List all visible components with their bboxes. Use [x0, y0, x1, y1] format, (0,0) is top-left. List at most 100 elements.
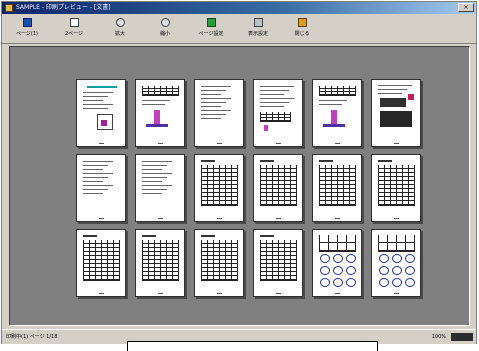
- page-setup-icon: [207, 18, 216, 27]
- circle-mark: [379, 266, 389, 275]
- status-indicator: [451, 333, 473, 341]
- page-number: [136, 143, 184, 144]
- zoom-level: 100%: [431, 334, 446, 340]
- text-line: [142, 177, 167, 178]
- page-number: [195, 143, 243, 144]
- text-line: [83, 100, 103, 101]
- toolbar-button-page[interactable]: ページ(1): [6, 17, 48, 41]
- circle-mark: [405, 266, 415, 275]
- page-number: [254, 293, 302, 294]
- toolbar-button-label: 縮小: [159, 31, 170, 37]
- text-line: [83, 181, 103, 182]
- circle-mark: [346, 266, 356, 275]
- text-line: [83, 161, 113, 162]
- circle-mark: [320, 278, 330, 287]
- page-thumbnail[interactable]: [371, 154, 421, 222]
- page-thumbnail[interactable]: [312, 79, 362, 147]
- display-settings-icon: [254, 18, 263, 27]
- toolbar-button-label: ページ設定: [198, 31, 224, 37]
- toolbar-button-display-settings[interactable]: 表示設定: [237, 17, 279, 41]
- toolbar-button-label: 2ページ: [64, 31, 84, 37]
- toolbar: ページ(1) 2ページ 拡大 縮小 ページ設定 表示設定 閉じる: [2, 15, 476, 44]
- heading: [260, 160, 274, 162]
- page-number: [372, 143, 420, 144]
- text-line: [319, 104, 342, 105]
- toolbar-button-zoom-out[interactable]: 縮小: [145, 17, 185, 41]
- toolbar-button-label: 閉じる: [294, 31, 310, 37]
- page-number: [372, 293, 420, 294]
- page-number: [77, 143, 125, 144]
- toolbar-button-label: 表示設定: [247, 31, 268, 37]
- text-line: [201, 90, 226, 91]
- page-thumbnail[interactable]: [194, 229, 244, 297]
- text-line: [83, 193, 103, 194]
- text-line: [260, 98, 294, 99]
- page-number: [195, 218, 243, 219]
- page-thumbnail[interactable]: [135, 229, 185, 297]
- table-grid: [142, 240, 179, 281]
- toolbar-button-zoom-in[interactable]: 拡大: [100, 17, 140, 41]
- circle-mark: [405, 254, 415, 263]
- page-thumbnail[interactable]: [135, 154, 185, 222]
- text-line: [83, 173, 113, 174]
- table-grid: [319, 165, 356, 206]
- heading: [201, 235, 215, 237]
- circle-mark: [379, 254, 389, 263]
- text-line: [142, 161, 172, 162]
- zoom-out-icon: [161, 18, 170, 27]
- page-number: [77, 218, 125, 219]
- window-title: SAMPLE - 印刷プレビュー - [文書]: [16, 4, 111, 11]
- page-thumbnail[interactable]: [253, 79, 303, 147]
- heading: [201, 160, 215, 162]
- table-grid: [378, 165, 415, 206]
- title-bar[interactable]: SAMPLE - 印刷プレビュー - [文書] ×: [2, 2, 476, 14]
- toolbar-button-close[interactable]: 閉じる: [284, 17, 320, 41]
- page-thumbnail[interactable]: [253, 229, 303, 297]
- circle-mark: [392, 254, 402, 263]
- preview-area[interactable]: [9, 46, 470, 326]
- text-line: [83, 185, 113, 186]
- text-line: [201, 106, 221, 107]
- page-number: [313, 143, 361, 144]
- page-icon: [23, 18, 32, 27]
- figure: [154, 110, 160, 124]
- text-line: [142, 169, 162, 170]
- circle-mark: [320, 266, 330, 275]
- text-line: [83, 108, 108, 109]
- text-line: [201, 118, 221, 119]
- page-thumbnail[interactable]: [371, 79, 421, 147]
- diagram-mark: [101, 120, 107, 126]
- page-thumbnail[interactable]: [371, 229, 421, 297]
- toolbar-button-two-page[interactable]: 2ページ: [54, 17, 94, 41]
- page-thumbnail[interactable]: [76, 79, 126, 147]
- text-line: [142, 165, 167, 166]
- status-text: 印刷中(1) ページ 1/18: [6, 334, 58, 340]
- page-thumbnail[interactable]: [312, 154, 362, 222]
- text-line: [83, 169, 103, 170]
- page-thumbnail[interactable]: [194, 79, 244, 147]
- page-thumbnail[interactable]: [253, 154, 303, 222]
- table-grid: [260, 165, 297, 206]
- photo: [380, 98, 406, 107]
- page-thumbnail[interactable]: [135, 79, 185, 147]
- heading: [87, 86, 117, 88]
- zoom-in-icon: [116, 18, 125, 27]
- page-thumbnail[interactable]: [76, 229, 126, 297]
- heading: [378, 160, 392, 162]
- text-line: [142, 185, 172, 186]
- page-thumbnail[interactable]: [76, 154, 126, 222]
- circle-mark: [320, 254, 330, 263]
- page-number: [313, 293, 361, 294]
- toolbar-button-page-setup[interactable]: ページ設定: [190, 17, 232, 41]
- table-grid: [260, 240, 297, 281]
- photo: [380, 111, 412, 127]
- page-thumbnail[interactable]: [194, 154, 244, 222]
- table-grid: [142, 86, 179, 96]
- text-line: [378, 85, 412, 86]
- page-thumbnail[interactable]: [312, 229, 362, 297]
- heading: [319, 160, 333, 162]
- table-grid: [378, 235, 415, 252]
- close-button[interactable]: ×: [458, 3, 474, 12]
- text-line: [201, 110, 231, 111]
- text-line: [319, 100, 347, 101]
